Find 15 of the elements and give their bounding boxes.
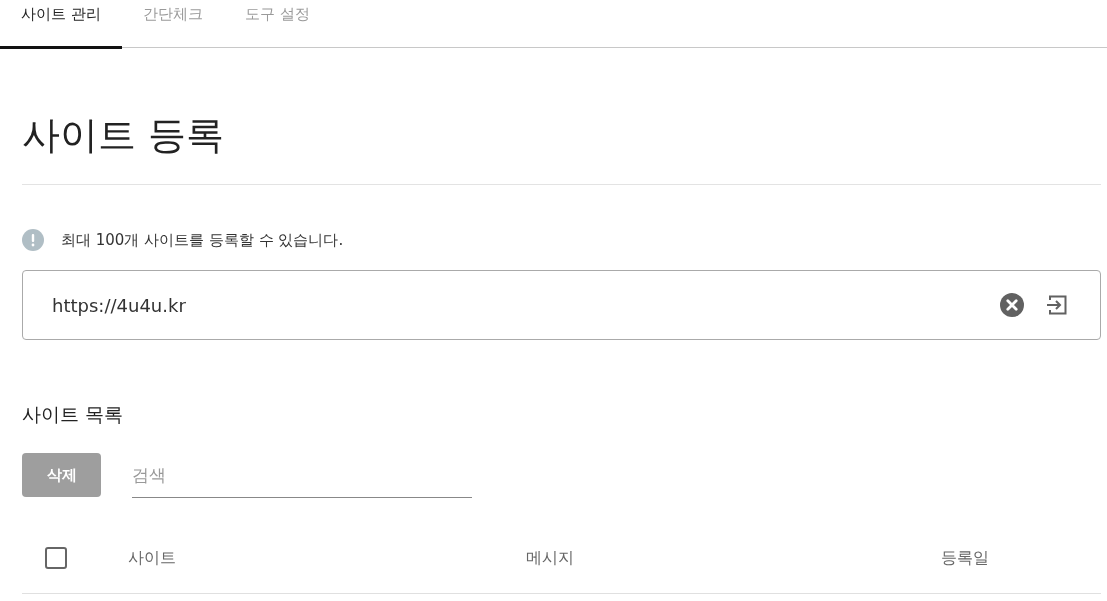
column-header: 등록일: [941, 547, 989, 569]
select-all-checkbox[interactable]: [45, 547, 67, 569]
section-title: 사이트 목록: [22, 402, 125, 427]
notice-text: 최대 100개 사이트를 등록할 수 있습니다.: [61, 230, 344, 251]
tab[interactable]: 사이트 관리: [0, 0, 122, 49]
tab[interactable]: 도구 설정: [223, 0, 331, 49]
column-header: 메시지: [526, 547, 574, 569]
info-icon: [22, 229, 44, 251]
url-input-field[interactable]: https://4u4u.kr: [22, 270, 1101, 340]
enter-icon[interactable]: [1045, 293, 1069, 317]
tab[interactable]: 간단체크: [121, 0, 224, 49]
clear-icon[interactable]: [1000, 293, 1024, 317]
column-header: 사이트: [128, 547, 176, 569]
search-field[interactable]: 검색: [132, 453, 472, 498]
page-heading: 사이트 등록: [22, 111, 1101, 185]
